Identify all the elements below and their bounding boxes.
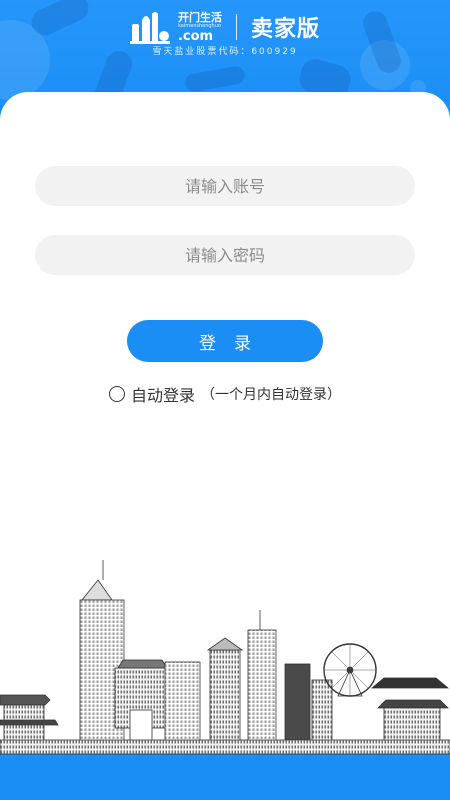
city-skyline-illustration	[0, 560, 450, 800]
logo-com-text: .com	[177, 28, 214, 44]
login-button[interactable]: 登录	[127, 320, 323, 362]
logo-icon	[129, 10, 170, 44]
auto-login-label: 自动登录	[130, 386, 195, 405]
logo-divider	[235, 14, 237, 40]
auto-login-hint: （一个月内自动登录）	[201, 387, 341, 403]
logo-cn-text: 开门生活	[177, 10, 222, 24]
account-input[interactable]	[35, 166, 415, 206]
brand-logo: 开门生活 kaimenshenghuo .com 卖家版	[0, 8, 450, 46]
logo-en-text: kaimenshenghuo	[177, 22, 221, 29]
logo-wordmark: 开门生活 kaimenshenghuo .com	[178, 12, 222, 43]
decor-shape	[183, 64, 247, 94]
app-title: 卖家版	[250, 17, 320, 42]
radio-icon[interactable]	[108, 386, 125, 402]
auto-login-option[interactable]: 自动登录 （一个月内自动登录）	[0, 382, 450, 406]
stock-code-text: 雪天盐业股票代码：600929	[152, 47, 298, 57]
password-input[interactable]	[35, 235, 415, 275]
